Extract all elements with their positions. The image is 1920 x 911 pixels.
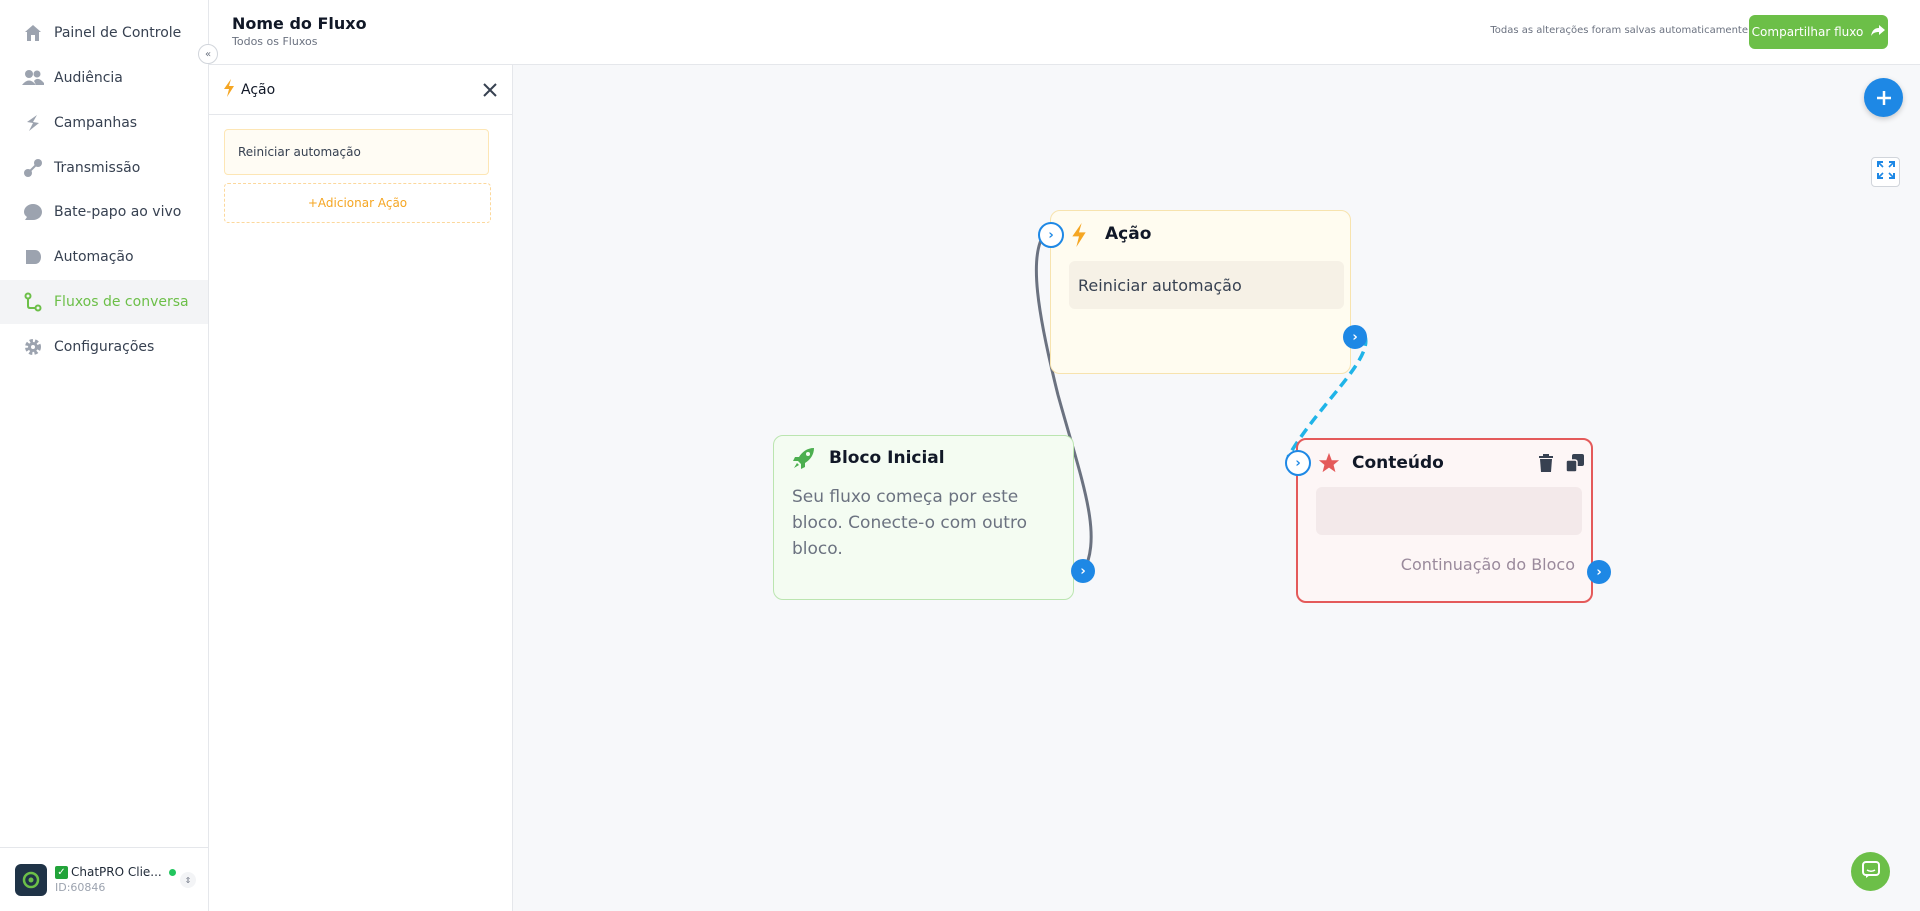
online-status-dot: [168, 868, 176, 876]
expand-icon: [1876, 161, 1895, 183]
panel-title: Ação: [241, 81, 276, 98]
node-title: Bloco Inicial: [829, 448, 945, 468]
content-placeholder[interactable]: [1316, 487, 1582, 535]
sidebar-item-label: Transmissão: [54, 160, 141, 176]
sidebar-item-automacao[interactable]: Automação: [0, 235, 208, 279]
users-icon: [22, 67, 44, 89]
sidebar-item-fluxos[interactable]: Fluxos de conversa: [0, 280, 208, 324]
sidebar-item-label: Audiência: [54, 70, 123, 86]
breadcrumb[interactable]: Todos os Fluxos: [232, 35, 317, 48]
plus-icon: [1876, 84, 1892, 112]
lightning-icon: [223, 78, 235, 101]
sidebar-item-label: Painel de Controle: [54, 25, 182, 41]
share-button-label: Compartilhar fluxo: [1751, 25, 1864, 39]
chat-bubble-icon: [1861, 860, 1880, 883]
action-input-port[interactable]: ›: [1038, 222, 1064, 248]
flow-icon: [22, 291, 44, 313]
content-node[interactable]: Conteúdo Continuação do Bloco: [1296, 438, 1593, 603]
add-block-button[interactable]: [1864, 78, 1903, 117]
sidebar-item-label: Configurações: [54, 339, 155, 355]
node-description: Seu fluxo começa por este bloco. Conecte…: [792, 487, 1027, 559]
campaigns-icon: [22, 112, 44, 134]
header: Nome do Fluxo Todos os Fluxos Todas as a…: [209, 0, 1920, 65]
node-title: Ação: [1105, 224, 1152, 244]
node-title: Conteúdo: [1352, 453, 1444, 473]
action-output-port[interactable]: ›: [1343, 325, 1367, 349]
continuation-label: Continuação do Bloco: [1400, 555, 1575, 574]
sidebar-item-label: Fluxos de conversa: [54, 294, 189, 310]
panel-header: Ação: [209, 65, 512, 115]
flow-canvas[interactable]: Ação Reiniciar automação › › Bloco Inici…: [513, 65, 1920, 911]
autosave-status: Todas as alterações foram salvas automat…: [1490, 25, 1748, 36]
avatar: [15, 863, 47, 896]
account-switcher[interactable]: ✓ ChatPRO Clie... ID:60846 ⇕: [0, 847, 208, 911]
share-arrow-icon: [1871, 24, 1886, 40]
chevron-up-down-icon[interactable]: ⇕: [180, 872, 196, 888]
share-flow-button[interactable]: Compartilhar fluxo: [1749, 15, 1888, 49]
automation-icon: [22, 246, 44, 268]
home-icon: [22, 22, 44, 44]
sidebar: Painel de Controle Audiência Campanhas T…: [0, 0, 209, 911]
lightning-icon: [1071, 223, 1087, 247]
sidebar-item-configuracoes[interactable]: Configurações: [0, 325, 208, 369]
fullscreen-button[interactable]: [1871, 157, 1900, 187]
page-title[interactable]: Nome do Fluxo: [232, 14, 367, 33]
account-id: ID:60846: [55, 881, 106, 894]
sidebar-item-transmissao[interactable]: Transmissão: [0, 146, 208, 190]
double-chevron-left-icon[interactable]: «: [198, 44, 218, 64]
sidebar-item-label: Campanhas: [54, 115, 138, 131]
chat-bubble-icon: [22, 201, 44, 223]
action-node[interactable]: Ação Reiniciar automação: [1050, 210, 1351, 374]
content-output-port[interactable]: ›: [1587, 560, 1611, 584]
trash-icon[interactable]: [1538, 454, 1554, 472]
verified-check-icon: ✓: [55, 865, 68, 879]
sidebar-item-label: Automação: [54, 249, 134, 265]
gear-icon: [22, 336, 44, 358]
sidebar-item-campanhas[interactable]: Campanhas: [0, 101, 208, 145]
broadcast-icon: [22, 157, 44, 179]
connection-lines: [1034, 232, 1368, 574]
sidebar-item-label: Bate-papo ao vivo: [54, 204, 182, 220]
account-name: ChatPRO Clie...: [71, 865, 162, 879]
sidebar-item-painel[interactable]: Painel de Controle: [0, 11, 208, 55]
content-input-port[interactable]: ›: [1285, 450, 1311, 476]
close-icon[interactable]: [480, 80, 500, 100]
start-output-port[interactable]: ›: [1071, 559, 1095, 583]
support-chat-button[interactable]: [1851, 852, 1890, 891]
action-panel: Ação Reiniciar automação +Adicionar Ação: [209, 65, 513, 911]
star-icon: [1318, 452, 1340, 474]
sidebar-item-bate-papo[interactable]: Bate-papo ao vivo: [0, 190, 208, 234]
node-action-item[interactable]: Reiniciar automação: [1069, 261, 1344, 309]
rocket-icon: [792, 446, 816, 470]
duplicate-icon[interactable]: [1566, 454, 1584, 472]
action-item[interactable]: Reiniciar automação: [224, 129, 489, 175]
start-node[interactable]: Bloco Inicial Seu fluxo começa por este …: [773, 435, 1074, 600]
add-action-button[interactable]: +Adicionar Ação: [224, 183, 491, 223]
sidebar-item-audiencia[interactable]: Audiência: [0, 56, 208, 100]
